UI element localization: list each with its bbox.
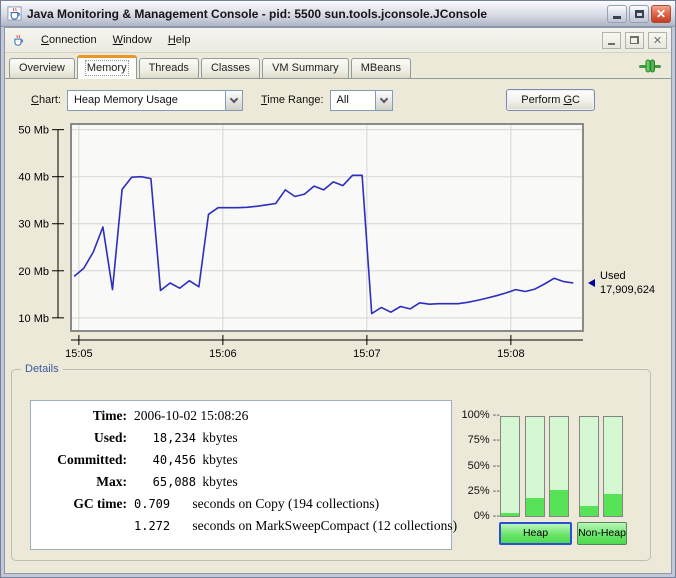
time-range-select[interactable]: All <box>330 90 393 111</box>
detail-value: 2006-10-02 15:08:26 <box>127 408 248 424</box>
svg-text:10 Mb: 10 Mb <box>18 313 49 325</box>
tab-mbeans[interactable]: MBeans <box>351 58 411 78</box>
memory-tab-content: Chart: Heap Memory Usage Time Range: All… <box>5 79 671 573</box>
mdi-minimize-icon <box>608 43 615 45</box>
window-frame: ConnectionWindowHelp ✕ Overview Memory Thr… <box>4 27 672 574</box>
minimize-button[interactable] <box>607 5 627 23</box>
detail-value: 1.272 seconds on MarkSweepCompact (12 co… <box>127 518 457 534</box>
chart-select[interactable]: Heap Memory Usage <box>67 90 243 111</box>
chevron-down-icon[interactable] <box>225 91 242 110</box>
detail-label: Max: <box>31 474 127 490</box>
maximize-button[interactable] <box>629 5 649 23</box>
gauge-tick-label: 75% <box>468 434 500 446</box>
gauge-bar-heap-3 <box>549 416 569 517</box>
detail-label: GC time: <box>31 496 127 512</box>
gauge-bar-heap-2 <box>525 416 545 517</box>
menubar: ConnectionWindowHelp ✕ <box>5 28 671 53</box>
tab-label: MBeans <box>361 62 401 74</box>
svg-text:20 Mb: 20 Mb <box>18 266 49 278</box>
detail-label: Committed: <box>31 452 127 468</box>
java-cup-icon-small <box>11 33 25 47</box>
window-title: Java Monitoring & Management Console - p… <box>27 7 605 21</box>
detail-label: Time: <box>31 408 127 424</box>
chart-select-label: Chart: <box>31 94 61 106</box>
svg-text:15:07: 15:07 <box>353 348 381 360</box>
time-range-label: Time Range: <box>261 94 324 106</box>
svg-text:15:05: 15:05 <box>65 348 93 360</box>
line-chart-svg: 50 Mb 40 Mb 30 Mb 20 Mb 10 Mb 15:05 15:06 15:07… <box>5 116 665 364</box>
detail-row: Used:18,234 kbytes <box>31 430 451 452</box>
non-heap-button[interactable]: Non-Heap <box>577 522 627 545</box>
menu-items: ConnectionWindowHelp <box>33 34 198 46</box>
tab-classes[interactable]: Classes <box>201 58 260 78</box>
detail-value: 18,234 kbytes <box>127 430 238 446</box>
tab-label: Overview <box>19 62 65 74</box>
heap-button[interactable]: Heap <box>499 522 572 545</box>
svg-text:15:06: 15:06 <box>209 348 237 360</box>
mdi-close-button[interactable]: ✕ <box>648 32 667 49</box>
gauge-bar-heap-1 <box>500 416 520 517</box>
minimize-icon <box>613 16 621 19</box>
detail-row: Committed:40,456 kbytes <box>31 452 451 474</box>
svg-text:40 Mb: 40 Mb <box>18 172 49 184</box>
menu-item-window[interactable]: Window <box>105 31 160 49</box>
tab-memory[interactable]: Memory <box>77 55 137 79</box>
svg-text:50 Mb: 50 Mb <box>18 125 49 137</box>
detail-value: 65,088 kbytes <box>127 474 238 490</box>
detail-row: Time:2006-10-02 15:08:26 <box>31 408 451 430</box>
chevron-down-icon[interactable] <box>375 91 392 110</box>
gauge-bar-fill <box>526 498 544 516</box>
svg-text:30 Mb: 30 Mb <box>18 219 49 231</box>
close-button[interactable]: ✕ <box>651 5 671 23</box>
gauge-tick-label: 0% <box>474 510 500 522</box>
chart-controls: Chart: Heap Memory Usage Time Range: All… <box>5 88 671 112</box>
gauge-bar-fill <box>580 506 598 516</box>
tab-vm-summary[interactable]: VM Summary <box>262 58 349 78</box>
mdi-buttons: ✕ <box>602 32 667 49</box>
tab-label: VM Summary <box>272 62 339 74</box>
gauge-tick-label: 100% <box>461 409 500 421</box>
detail-row: GC time:0.709 seconds on Copy (194 colle… <box>31 496 451 518</box>
used-tip-label: Used <box>600 270 626 282</box>
gauge-bar-fill <box>604 494 622 516</box>
gauge-bar-non-heap-2 <box>603 416 623 517</box>
tab-threads[interactable]: Threads <box>139 58 199 78</box>
tab-bar: Overview Memory Threads Classes VM Summary MB… <box>5 53 671 79</box>
tab-label: Memory <box>87 62 127 74</box>
maximize-icon <box>635 10 644 18</box>
gauge-bar-non-heap-1 <box>579 416 599 517</box>
heap-usage-chart: 50 Mb 40 Mb 30 Mb 20 Mb 10 Mb 15:05 15:06 15:07… <box>5 116 671 364</box>
tab-label: Classes <box>211 62 250 74</box>
detail-row: Max:65,088 kbytes <box>31 474 451 496</box>
gauge-bar-fill <box>501 513 519 516</box>
menu-item-connection[interactable]: Connection <box>33 31 105 49</box>
mdi-restore-icon <box>630 36 639 44</box>
details-panel: Details Time:2006-10-02 15:08:26Used:18,… <box>11 369 651 561</box>
java-cup-icon <box>7 6 22 21</box>
svg-text:15:08: 15:08 <box>497 348 525 360</box>
tab-overview[interactable]: Overview <box>9 58 75 78</box>
tab-label: Threads <box>149 62 189 74</box>
perform-gc-button[interactable]: Perform GC <box>506 89 595 111</box>
details-panel-title: Details <box>21 363 63 375</box>
used-tip-value: 17,909,624 <box>600 284 655 296</box>
detail-value: 0.709 seconds on Copy (194 collections) <box>127 496 379 512</box>
menu-item-help[interactable]: Help <box>160 31 199 49</box>
gauge-tick-label: 50% <box>468 460 500 472</box>
detail-value: 40,456 kbytes <box>127 452 238 468</box>
window-titlebar[interactable]: Java Monitoring & Management Console - p… <box>1 1 675 27</box>
gauge-tick-label: 25% <box>468 485 500 497</box>
details-box: Time:2006-10-02 15:08:26Used:18,234 kbyt… <box>30 400 452 550</box>
chart-select-value: Heap Memory Usage <box>68 94 184 106</box>
mdi-restore-button[interactable] <box>625 32 644 49</box>
detail-label: Used: <box>31 430 127 446</box>
mdi-minimize-button[interactable] <box>602 32 621 49</box>
connection-status-icon <box>639 59 661 73</box>
gauge-bar-fill <box>550 490 568 516</box>
detail-row: 1.272 seconds on MarkSweepCompact (12 co… <box>31 518 451 540</box>
jconsole-window: Java Monitoring & Management Console - p… <box>0 0 676 578</box>
time-range-value: All <box>331 94 355 106</box>
